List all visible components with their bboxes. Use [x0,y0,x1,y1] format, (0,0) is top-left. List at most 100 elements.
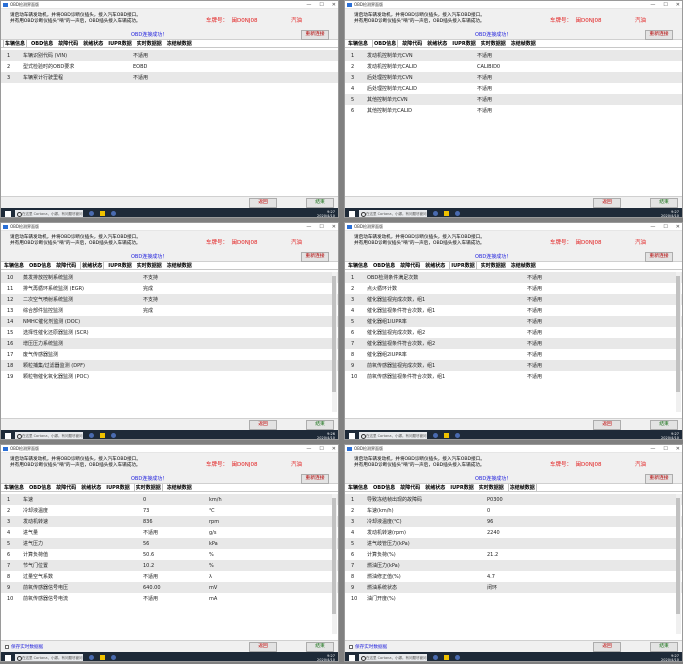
tab-4[interactable]: 就绪状态 [82,40,104,47]
reconnect-button[interactable]: 重新连接 [645,474,673,484]
minimize-icon[interactable]: — [650,445,655,453]
tab-6[interactable]: 实时数据据 [480,262,507,269]
tab-4[interactable]: 就绪状态 [424,484,446,491]
windows-start-icon[interactable] [5,432,11,439]
tab-1[interactable]: 车辆信息 [3,39,28,47]
tab-6[interactable]: 实时数据据 [136,40,163,47]
maximize-icon[interactable]: ☐ [319,445,323,453]
taskbar-search[interactable]: 在这里 Cortana，小娜。有问题尽管问我。 [15,431,83,439]
close-icon[interactable]: ✕ [676,1,680,9]
browser-icon[interactable] [455,211,460,216]
maximize-icon[interactable]: ☐ [663,445,667,453]
tab-2[interactable]: OBD信息 [28,262,52,269]
scroll-thumb[interactable] [332,276,336,392]
browser-icon[interactable] [111,433,116,438]
file-explorer-icon[interactable] [100,211,105,216]
close-icon[interactable]: ✕ [332,1,336,9]
save-realtime-checkbox[interactable]: 保存实时数据据 [5,644,43,650]
close-icon[interactable]: ✕ [676,223,680,231]
reconnect-button[interactable]: 重新连接 [645,252,673,262]
close-icon[interactable]: ✕ [332,445,336,453]
scrollbar[interactable] [332,272,337,412]
tab-2[interactable]: OBD信息 [30,40,54,47]
back-button[interactable]: 返回 [249,198,277,208]
tab-5[interactable]: IUPR数据 [107,40,132,47]
back-button[interactable]: 返回 [593,198,621,208]
minimize-icon[interactable]: — [306,1,311,9]
file-explorer-icon[interactable] [444,211,449,216]
end-button[interactable]: 结束 [650,642,678,652]
task-view-icon[interactable] [89,433,94,438]
tab-6[interactable]: 实时数据据 [478,484,505,491]
file-explorer-icon[interactable] [100,655,105,660]
tab-4[interactable]: 就绪状态 [80,484,102,491]
browser-icon[interactable] [111,211,116,216]
end-button[interactable]: 结束 [306,420,334,430]
end-button[interactable]: 结束 [650,420,678,430]
taskbar-search[interactable]: 在这里 Cortana，小娜。有问题尽管问我。 [15,653,83,661]
close-icon[interactable]: ✕ [676,445,680,453]
tab-3[interactable]: 故障代码 [57,40,79,47]
task-view-icon[interactable] [433,211,438,216]
tab-7[interactable]: 冻结帧数据 [166,262,193,269]
end-button[interactable]: 结束 [650,198,678,208]
tab-1[interactable]: 车辆信息 [3,262,25,269]
file-explorer-icon[interactable] [444,433,449,438]
scrollbar[interactable] [676,272,681,412]
tab-4[interactable]: 就绪状态 [80,261,105,269]
tab-2[interactable]: OBD信息 [372,39,399,47]
back-button[interactable]: 返回 [249,420,277,430]
tab-7[interactable]: 冻结帧数据 [166,40,193,47]
windows-start-icon[interactable] [5,210,11,217]
minimize-icon[interactable]: — [650,223,655,231]
taskbar-search[interactable]: 在这里 Cortana，小娜。有问题尽管问我。 [359,653,427,661]
tab-4[interactable]: 就绪状态 [426,40,448,47]
tab-7[interactable]: 冻结帧数据 [510,40,537,47]
tab-1[interactable]: 车辆信息 [347,40,369,47]
maximize-icon[interactable]: ☐ [319,223,323,231]
tab-3[interactable]: 故障代码 [399,262,421,269]
tab-1[interactable]: 车辆信息 [3,484,25,491]
file-explorer-icon[interactable] [100,433,105,438]
task-view-icon[interactable] [89,211,94,216]
tab-2[interactable]: OBD信息 [372,262,396,269]
back-button[interactable]: 返回 [593,642,621,652]
tab-2[interactable]: OBD信息 [372,484,396,491]
taskbar-search[interactable]: 在这里 Cortana，小娜。有问题尽管问我。 [359,431,427,439]
reconnect-button[interactable]: 重新连接 [301,30,329,40]
checkbox-box[interactable] [349,645,353,649]
minimize-icon[interactable]: — [306,223,311,231]
minimize-icon[interactable]: — [650,1,655,9]
tab-6[interactable]: 实时数据据 [480,40,507,47]
tab-7[interactable]: 冻结帧数据 [507,483,537,491]
tab-5[interactable]: IUPR数据 [449,484,474,491]
back-button[interactable]: 返回 [249,642,277,652]
end-button[interactable]: 结束 [306,642,334,652]
windows-start-icon[interactable] [349,654,355,661]
minimize-icon[interactable]: — [306,445,311,453]
reconnect-button[interactable]: 重新连接 [645,30,673,40]
maximize-icon[interactable]: ☐ [663,1,667,9]
checkbox-box[interactable] [5,645,9,649]
reconnect-button[interactable]: 重新连接 [301,252,329,262]
tab-5[interactable]: IUPR数据 [105,484,130,491]
scroll-thumb[interactable] [332,498,336,614]
end-button[interactable]: 结束 [306,198,334,208]
tab-5[interactable]: IUPR数据 [449,261,477,269]
tab-1[interactable]: 车辆信息 [347,484,369,491]
browser-icon[interactable] [111,655,116,660]
tab-3[interactable]: 故障代码 [399,484,421,491]
tab-5[interactable]: IUPR数据 [451,40,476,47]
task-view-icon[interactable] [433,433,438,438]
windows-start-icon[interactable] [349,210,355,217]
reconnect-button[interactable]: 重新连接 [301,474,329,484]
tab-3[interactable]: 故障代码 [401,40,423,47]
task-view-icon[interactable] [89,655,94,660]
tab-3[interactable]: 故障代码 [55,262,77,269]
save-realtime-checkbox[interactable]: 保存实时数据据 [349,644,387,650]
maximize-icon[interactable]: ☐ [663,223,667,231]
tab-4[interactable]: 就绪状态 [424,262,446,269]
scroll-thumb[interactable] [676,276,680,392]
scrollbar[interactable] [332,494,337,634]
browser-icon[interactable] [455,433,460,438]
